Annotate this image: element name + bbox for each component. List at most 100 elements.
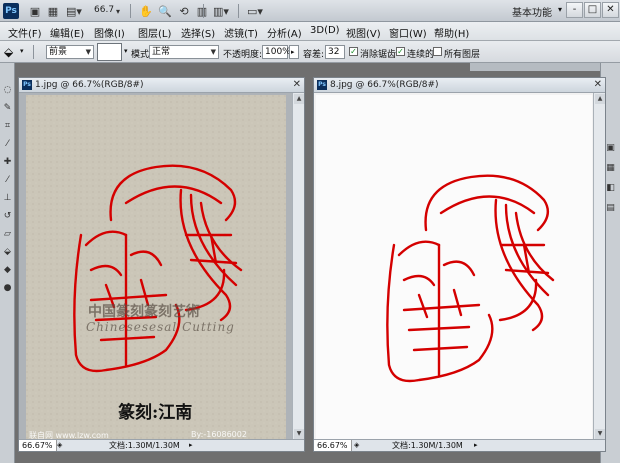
menu-select[interactable]: 选择(S) [181, 25, 215, 40]
screen-mode-icon[interactable]: ▭▾ [242, 3, 268, 19]
crop-tool-icon[interactable]: ⌗ [2, 121, 13, 132]
options-bar: ⬙ ▾ 前景 ▼ ▾ 模式: 正常 ▼ 不透明度: 100% ▸ 容差: 32 … [0, 41, 620, 63]
antialias-checkbox[interactable]: ✓ [349, 47, 358, 56]
panel-icon-4[interactable]: ▤ [605, 203, 616, 214]
document-window-2: Ps 8.jpg @ 66.7%(RGB/8#) ✕ ▲ ▼ 66.67% ◈ … [313, 77, 606, 452]
watermark-chinese: 中国篆刻篆刻艺術 [88, 304, 200, 320]
healing-brush-tool-icon[interactable]: ✚ [2, 157, 13, 168]
close-icon[interactable]: ✕ [293, 78, 301, 92]
panel-icon-1[interactable]: ▣ [605, 143, 616, 154]
view-extras-icon[interactable]: ▤▾ [63, 3, 85, 19]
document-title-bar[interactable]: Ps 1.jpg @ 66.7%(RGB/8#) ✕ [19, 78, 304, 93]
document-status-bar: 66.67% ◈ 文档:1.30M/1.30M ▸ [314, 439, 605, 451]
status-zoom[interactable]: 66.67% [314, 440, 352, 451]
menu-help[interactable]: 帮助(H) [434, 25, 469, 40]
scroll-down-icon[interactable]: ▼ [595, 429, 605, 439]
close-icon[interactable]: ✕ [594, 78, 602, 92]
ps-document-icon: Ps [317, 80, 327, 90]
status-zoom[interactable]: 66.67% [19, 440, 57, 451]
chevron-down-icon: ▼ [210, 48, 216, 56]
tolerance-label: 容差: [303, 50, 325, 60]
image-canvas[interactable] [316, 95, 592, 441]
status-doc-info: 文档:1.30M/1.30M [392, 441, 463, 450]
menu-analysis[interactable]: 分析(A) [267, 25, 302, 40]
blur-tool-icon[interactable]: ◆ [2, 265, 13, 276]
panel-dock-tabs[interactable] [470, 63, 600, 71]
brush-tool-icon[interactable]: ⁄ [2, 175, 13, 186]
workspace-switcher[interactable]: 基本功能 [512, 4, 552, 19]
br-icon[interactable]: ▣ [27, 3, 43, 19]
zoom-dropdown-icon[interactable]: ▾ [112, 3, 124, 19]
document-window-1: Ps 1.jpg @ 66.7%(RGB/8#) ✕ 中国篆刻篆刻艺術 Chin… [18, 77, 305, 452]
document-title-bar[interactable]: Ps 8.jpg @ 66.7%(RGB/8#) ✕ [314, 78, 605, 93]
menu-view[interactable]: 视图(V) [346, 25, 381, 40]
status-doc-info: 文档:1.30M/1.30M [109, 441, 180, 450]
eraser-tool-icon[interactable]: ▱ [2, 229, 13, 240]
paint-bucket-tool-icon[interactable]: ⬙ [2, 247, 13, 258]
hand-icon[interactable]: ✋ [138, 3, 154, 19]
menu-bar: 文件(F) 编辑(E) 图像(I) 图层(L) 选择(S) 滤镜(T) 分析(A… [0, 22, 620, 41]
tolerance-input[interactable]: 32 [325, 45, 345, 59]
clone-stamp-tool-icon[interactable]: ⊥ [2, 193, 13, 204]
watermark-english: Chinesesesal Cutting [86, 320, 235, 334]
ps-document-icon: Ps [22, 80, 32, 90]
rotate-view-icon[interactable]: ⟲ [176, 3, 192, 19]
paint-bucket-icon[interactable]: ⬙ [4, 45, 13, 59]
maximize-button[interactable]: □ [584, 2, 601, 18]
contiguous-label: 连续的 [407, 50, 435, 60]
artwork-caption: 篆刻:江南 [118, 403, 193, 423]
quick-select-tool-icon[interactable]: ✎ [2, 103, 13, 114]
mode-select[interactable]: 正常 ▼ [149, 45, 219, 59]
pattern-dropdown-icon[interactable]: ▾ [124, 47, 128, 55]
vertical-scrollbar[interactable]: ▲ ▼ [292, 93, 304, 441]
fill-source-select[interactable]: 前景 ▼ [46, 45, 94, 59]
eyedropper-tool-icon[interactable]: ⁄ [2, 139, 13, 150]
vertical-scrollbar[interactable]: ▲ ▼ [593, 93, 605, 441]
status-zoom-icon[interactable]: ◈ [57, 440, 62, 451]
minimize-button[interactable]: - [566, 2, 583, 18]
menu-layer[interactable]: 图层(L) [138, 25, 171, 40]
history-brush-tool-icon[interactable]: ↺ [2, 211, 13, 222]
tools-panel: ◌ ✎ ⌗ ⁄ ✚ ⁄ ⊥ ↺ ▱ ⬙ ◆ ● [0, 63, 15, 463]
arrange-docs-icon[interactable]: ▥▾ [208, 3, 234, 19]
workspace-dropdown-icon[interactable]: ▾ [558, 5, 562, 14]
scroll-up-icon[interactable]: ▲ [294, 94, 304, 104]
status-zoom-icon[interactable]: ◈ [354, 440, 359, 451]
menu-image[interactable]: 图像(I) [94, 25, 125, 40]
opacity-slider-arrow-icon[interactable]: ▸ [289, 45, 299, 59]
mini-bridge-icon[interactable]: ▦ [45, 3, 61, 19]
site-watermark-right: By:-16086002 [191, 430, 247, 439]
contiguous-checkbox[interactable]: ✓ [396, 47, 405, 56]
menu-edit[interactable]: 编辑(E) [50, 25, 84, 40]
tool-preset-dropdown-icon[interactable]: ▾ [20, 47, 24, 55]
chevron-down-icon: ▼ [85, 48, 91, 56]
all-layers-label: 所有图层 [444, 50, 481, 60]
image-canvas[interactable]: 中国篆刻篆刻艺術 Chinesesesal Cutting 篆刻:江南 联自网 … [26, 95, 286, 441]
opacity-label: 不透明度: [223, 50, 263, 60]
opacity-input[interactable]: 100% [262, 45, 291, 59]
lasso-tool-icon[interactable]: ◌ [2, 85, 13, 96]
pattern-swatch[interactable] [97, 43, 122, 61]
panel-icon-2[interactable]: ▦ [605, 163, 616, 174]
scroll-down-icon[interactable]: ▼ [294, 429, 304, 439]
close-button[interactable]: ✕ [602, 2, 619, 18]
menu-window[interactable]: 窗口(W) [389, 25, 427, 40]
canvas-area[interactable]: 中国篆刻篆刻艺術 Chinesesesal Cutting 篆刻:江南 联自网 … [19, 93, 293, 441]
status-menu-arrow-icon[interactable]: ▸ [474, 440, 478, 451]
seal-image [26, 95, 286, 441]
menu-3d[interactable]: 3D(D) [310, 25, 340, 36]
zoom-icon[interactable]: 🔍 [157, 3, 173, 19]
photoshop-logo: Ps [3, 3, 19, 19]
menu-file[interactable]: 文件(F) [8, 25, 42, 40]
scroll-up-icon[interactable]: ▲ [595, 94, 605, 104]
all-layers-checkbox[interactable] [433, 47, 442, 56]
dodge-tool-icon[interactable]: ● [2, 283, 13, 294]
application-bar: Ps ▣ ▦ ▤▾ 66.7 ▾ ✋ 🔍 ⟲ ▥ ▥▾ ▭▾ 基本功能 ▾ - … [0, 0, 620, 22]
status-menu-arrow-icon[interactable]: ▸ [189, 440, 193, 451]
antialias-label: 消除锯齿 [360, 50, 397, 60]
menu-filter[interactable]: 滤镜(T) [224, 25, 258, 40]
canvas-area[interactable] [314, 93, 594, 441]
seal-image-extracted [386, 174, 555, 383]
document-status-bar: 66.67% ◈ 文档:1.30M/1.30M ▸ [19, 439, 304, 451]
panel-icon-3[interactable]: ◧ [605, 183, 616, 194]
